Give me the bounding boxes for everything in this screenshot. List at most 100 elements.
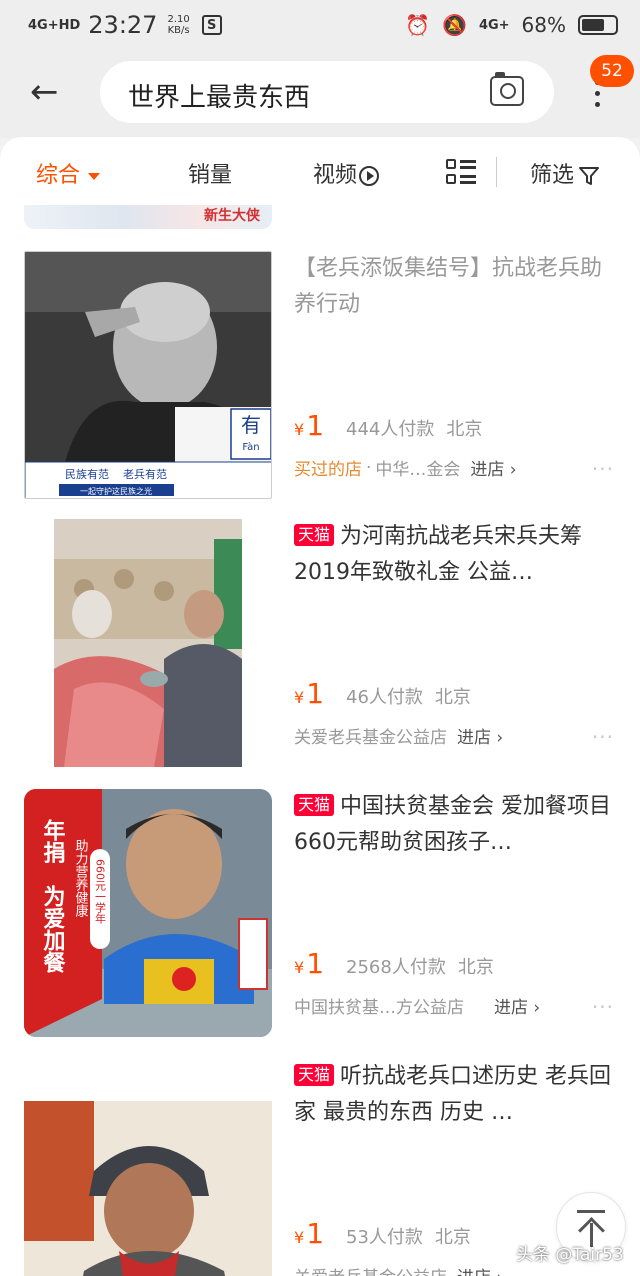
- product-thumbnail[interactable]: 有 Fàn 民族有范 老兵有范 一起守护这民族之光: [24, 251, 272, 499]
- product-item[interactable]: 年捐 为爱加餐 助力营养健康 660元一学年 天猫 中国扶贫基金会 爱加餐项目 6…: [0, 789, 640, 1059]
- alarm-icon: ⏰: [405, 13, 431, 37]
- sort-filter-bar: 综合 销量 视频 筛选: [0, 137, 640, 205]
- product-thumbnail[interactable]: [24, 1101, 272, 1276]
- currency-symbol: ¥: [294, 688, 305, 707]
- currency-symbol: ¥: [294, 1228, 305, 1247]
- price: 1: [306, 677, 325, 710]
- paid-count: 2568人付款: [346, 957, 446, 978]
- sort-video[interactable]: 视频: [313, 157, 380, 189]
- product-title-text: 中国扶贫基金会 爱加餐项目 660元帮助贫困孩子…: [294, 794, 612, 855]
- partial-product-image[interactable]: 新生大侠: [24, 205, 272, 229]
- product-info: 天猫 听抗战老兵口述历史 老兵回家 最贵的东西 历史 … ¥ 1 53人付款 北京…: [294, 1059, 614, 1276]
- more-options-icon[interactable]: ···: [592, 457, 614, 481]
- enter-shop-link[interactable]: 进店: [457, 1263, 503, 1276]
- shop-row: 关爱老兵基金公益店 进店: [294, 723, 624, 748]
- product-title-text: 听抗战老兵口述历史 老兵回家 最贵的东西 历史 …: [294, 1064, 612, 1125]
- child-eating-photo: 年捐 为爱加餐 助力营养健康 660元一学年: [24, 789, 272, 1037]
- tmall-badge: 天猫: [294, 794, 335, 816]
- partial-banner-text: 新生大侠: [204, 208, 260, 224]
- speed-unit: KB/s: [167, 25, 190, 36]
- shop-name[interactable]: 关爱老兵基金公益店: [294, 723, 447, 748]
- thumb-text-weiai: 为爱加餐: [40, 885, 67, 974]
- mute-icon: 🔕: [442, 13, 467, 37]
- caret-down-icon: [88, 172, 101, 180]
- shop-row: 买过的店 · 中华…金会 进店: [294, 455, 624, 481]
- product-title[interactable]: 天猫 为河南抗战老兵宋兵夫筹2019年致敬礼金 公益…: [294, 519, 614, 591]
- product-item[interactable]: 有 Fàn 民族有范 老兵有范 一起守护这民族之光 【老兵添饭集结号】抗战老兵助…: [0, 251, 640, 521]
- network-right-indicator: 4G+: [478, 17, 510, 33]
- watermark: 头条 @Tair53: [516, 1245, 624, 1265]
- enter-shop-link[interactable]: 进店: [494, 993, 540, 1018]
- product-title-text: 为河南抗战老兵宋兵夫筹2019年致敬礼金 公益…: [294, 524, 583, 585]
- product-list: 新生大侠 有 Fàn 民族有范 老兵有范 一起守护这民族之光 【老兵添饭集结号】…: [0, 205, 640, 1276]
- dot-separator: ·: [366, 457, 372, 478]
- price-row: ¥ 1 2568人付款 北京: [294, 947, 624, 980]
- tmall-badge: 天猫: [294, 524, 335, 546]
- filter-button[interactable]: 筛选: [530, 157, 600, 189]
- product-info: 【老兵添饭集结号】抗战老兵助养行动 ¥ 1 444人付款 北京 买过的店 · 中…: [294, 251, 614, 480]
- shop-name[interactable]: 关爱老兵基金公益店: [294, 1263, 447, 1276]
- network-indicator: 4G+HD: [28, 17, 81, 33]
- thumb-text-nianjuan: 年捐: [40, 818, 66, 863]
- search-input[interactable]: 世界上最贵东西: [100, 61, 554, 123]
- location: 北京: [434, 687, 471, 708]
- s-notification-icon: S: [201, 15, 222, 35]
- thumb-text-you: 有: [241, 413, 261, 437]
- bought-shop-tag: 买过的店: [294, 460, 362, 480]
- message-count-badge: 52: [590, 55, 634, 87]
- product-info: 天猫 中国扶贫基金会 爱加餐项目 660元帮助贫困孩子… ¥ 1 2568人付款 …: [294, 789, 614, 1018]
- thumb-text-minzu: 民族有范: [65, 467, 109, 481]
- product-title[interactable]: 【老兵添饭集结号】抗战老兵助养行动: [294, 251, 614, 323]
- search-header: ← 世界上最贵东西 52: [0, 50, 640, 138]
- funnel-icon: [579, 167, 600, 185]
- sort-sales[interactable]: 销量: [188, 157, 232, 189]
- location: 北京: [446, 419, 483, 440]
- paid-count: 46人付款: [346, 687, 423, 708]
- thumb-text-660: 660元一学年: [94, 859, 107, 924]
- price: 1: [306, 409, 325, 442]
- price-row: ¥ 1 46人付款 北京: [294, 677, 624, 710]
- product-title[interactable]: 天猫 听抗战老兵口述历史 老兵回家 最贵的东西 历史 …: [294, 1059, 614, 1131]
- battery-percent: 68%: [521, 13, 566, 37]
- enter-shop-link[interactable]: 进店: [457, 723, 503, 748]
- search-query: 世界上最贵东西: [128, 83, 311, 113]
- location: 北京: [457, 957, 494, 978]
- more-options-icon[interactable]: ···: [592, 995, 614, 1019]
- sort-comprehensive[interactable]: 综合: [36, 157, 101, 189]
- shop-row: 中国扶贫基…方公益店 进店: [294, 993, 624, 1018]
- shop-name[interactable]: 中国扶贫基…方公益店: [294, 993, 464, 1018]
- veteran-photo: 有 Fàn 民族有范 老兵有范 一起守护这民族之光: [25, 252, 271, 498]
- product-item[interactable]: 天猫 为河南抗战老兵宋兵夫筹2019年致敬礼金 公益… ¥ 1 46人付款 北京 …: [0, 519, 640, 789]
- elderly-veteran-photo: [24, 1101, 272, 1276]
- veteran-bedside-photo: [54, 519, 242, 767]
- price: 1: [306, 947, 325, 980]
- divider: [496, 157, 497, 187]
- speed-value: 2.10: [167, 14, 190, 25]
- tmall-badge: 天猫: [294, 1064, 335, 1086]
- filter-label: 筛选: [530, 163, 575, 188]
- more-options-icon[interactable]: ···: [592, 725, 614, 749]
- price: 1: [306, 1217, 325, 1250]
- product-info: 天猫 为河南抗战老兵宋兵夫筹2019年致敬礼金 公益… ¥ 1 46人付款 北京 …: [294, 519, 614, 748]
- list-view-toggle-icon[interactable]: [446, 159, 476, 187]
- thumb-text-laobing: 老兵有范: [123, 467, 167, 481]
- thumb-text-nutrition: 助力营养健康: [73, 839, 89, 917]
- thumb-text-fan: Fàn: [242, 441, 259, 453]
- camera-icon[interactable]: [490, 72, 524, 106]
- product-thumbnail[interactable]: [54, 519, 242, 767]
- product-title[interactable]: 天猫 中国扶贫基金会 爱加餐项目 660元帮助贫困孩子…: [294, 789, 614, 861]
- currency-symbol: ¥: [294, 958, 305, 977]
- status-bar: 4G+HD 23:27 2.10 KB/s S ⏰ 🔕 4G+ 68%: [0, 0, 640, 50]
- shop-name[interactable]: 中华…金会: [375, 455, 460, 480]
- clock: 23:27: [88, 11, 158, 39]
- product-thumbnail[interactable]: 年捐 为爱加餐 助力营养健康 660元一学年: [24, 789, 272, 1037]
- paid-count: 444人付款: [346, 419, 435, 440]
- enter-shop-link[interactable]: 进店: [470, 455, 516, 480]
- sort-comprehensive-label: 综合: [36, 163, 81, 188]
- price-row: ¥ 1 444人付款 北京: [294, 409, 624, 442]
- battery-icon: [578, 15, 618, 35]
- currency-symbol: ¥: [294, 420, 305, 439]
- back-arrow-icon[interactable]: ←: [30, 72, 70, 112]
- play-icon: [359, 166, 380, 186]
- thumb-text-slogan: 一起守护这民族之光: [80, 486, 152, 496]
